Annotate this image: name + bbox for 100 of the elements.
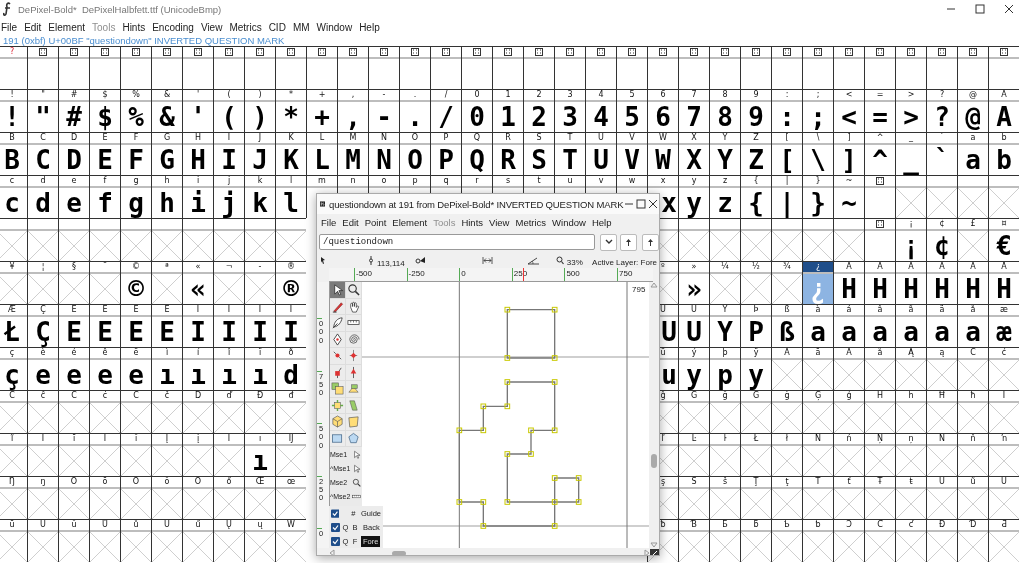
vertical-scrollbar[interactable] <box>649 282 659 548</box>
menu-item[interactable]: Help <box>591 217 612 228</box>
menu-item[interactable]: File <box>321 217 337 228</box>
scale-tool[interactable] <box>330 381 346 398</box>
code-box-icon[interactable] <box>163 48 171 56</box>
code-box-icon[interactable] <box>194 48 202 56</box>
glyph[interactable]: ı <box>245 446 275 476</box>
glyph[interactable]: Ç <box>28 317 58 347</box>
glyph[interactable]: H <box>183 145 213 175</box>
glyph[interactable]: i <box>183 188 213 218</box>
code-box-icon[interactable] <box>535 48 543 56</box>
glyph[interactable]: < <box>834 102 864 132</box>
glyph[interactable]: ( <box>214 102 244 132</box>
glyph[interactable]: Y <box>710 317 740 347</box>
glyph[interactable]: S <box>524 145 554 175</box>
glyph[interactable]: | <box>772 188 802 218</box>
code-box-icon[interactable] <box>659 48 667 56</box>
glyph[interactable]: K <box>276 145 306 175</box>
glyph[interactable]: D <box>59 145 89 175</box>
glyph[interactable]: U <box>679 317 709 347</box>
glyph[interactable]: 6 <box>648 102 678 132</box>
glyph[interactable]: a <box>958 145 988 175</box>
code-box-icon[interactable] <box>876 220 884 228</box>
glyph[interactable]: d <box>276 360 306 390</box>
glyph[interactable]: R <box>493 145 523 175</box>
menu-item[interactable]: Window <box>316 21 353 33</box>
glyph[interactable]: E <box>59 317 89 347</box>
glyph[interactable]: H <box>989 274 1019 304</box>
glyph[interactable]: ) <box>245 102 275 132</box>
glyph[interactable]: e <box>59 360 89 390</box>
glyph[interactable]: ; <box>803 102 833 132</box>
glyph[interactable]: F <box>121 145 151 175</box>
glyph[interactable]: . <box>400 102 430 132</box>
glyph[interactable]: Ł <box>0 317 27 347</box>
glyph[interactable]: I <box>214 145 244 175</box>
glyph[interactable]: ı <box>214 360 244 390</box>
glyph[interactable]: ¡ <box>896 231 926 261</box>
glyph[interactable]: , <box>338 102 368 132</box>
glyph[interactable]: e <box>28 360 58 390</box>
glyph[interactable]: 2 <box>524 102 554 132</box>
code-box-icon[interactable] <box>225 48 233 56</box>
glyph[interactable]: T <box>555 145 585 175</box>
glyph[interactable]: / <box>431 102 461 132</box>
checkbox[interactable] <box>331 508 340 518</box>
code-box-icon[interactable] <box>845 48 853 56</box>
pointer-tool[interactable] <box>330 282 346 299</box>
glyph[interactable]: ! <box>0 102 27 132</box>
glyph[interactable]: ' <box>183 102 213 132</box>
code-box-icon[interactable] <box>380 48 388 56</box>
glyph[interactable]: I <box>183 317 213 347</box>
next-glyph-button[interactable] <box>642 233 659 251</box>
glyph[interactable]: A <box>989 102 1019 132</box>
glyph[interactable]: p <box>710 360 740 390</box>
glyph[interactable]: d <box>28 188 58 218</box>
glyph[interactable]: \ <box>803 145 833 175</box>
menu-item[interactable]: Window <box>552 217 586 228</box>
glyph[interactable]: & <box>152 102 182 132</box>
glyph[interactable]: ¢ <box>927 231 957 261</box>
glyph[interactable]: ^ <box>865 145 895 175</box>
glyph[interactable]: b <box>989 145 1019 175</box>
code-box-icon[interactable] <box>256 48 264 56</box>
glyph[interactable]: 1 <box>493 102 523 132</box>
glyph[interactable]: f <box>90 188 120 218</box>
glyph[interactable]: % <box>121 102 151 132</box>
glyph[interactable]: X <box>679 145 709 175</box>
code-box-icon[interactable] <box>907 48 915 56</box>
glyph[interactable]: @ <box>958 102 988 132</box>
glyph[interactable]: 7 <box>679 102 709 132</box>
checkbox[interactable] <box>331 536 340 546</box>
glyph[interactable]: æ <box>989 317 1019 347</box>
previous-glyph-button[interactable] <box>620 233 637 251</box>
glyph[interactable]: € <box>989 231 1019 261</box>
glyph[interactable]: + <box>307 102 337 132</box>
glyph[interactable]: _ <box>896 145 926 175</box>
glyph[interactable]: H <box>834 274 864 304</box>
code-box-icon[interactable] <box>752 48 760 56</box>
glyph[interactable]: e <box>121 360 151 390</box>
glyph[interactable]: H <box>958 274 988 304</box>
glyph[interactable]: g <box>121 188 151 218</box>
glyph[interactable]: " <box>28 102 58 132</box>
code-box-icon[interactable] <box>938 48 946 56</box>
glyph[interactable]: { <box>741 188 771 218</box>
glyph[interactable]: G <box>152 145 182 175</box>
scrollbar-thumb[interactable] <box>651 454 657 468</box>
glyph[interactable]: c <box>0 188 27 218</box>
glyph[interactable]: P <box>741 317 771 347</box>
glyph[interactable]: ~ <box>834 188 864 218</box>
glyph[interactable]: V <box>617 145 647 175</box>
menu-item[interactable]: Metrics <box>229 21 262 33</box>
glyph[interactable]: e <box>59 188 89 218</box>
glyph[interactable]: Z <box>741 145 771 175</box>
menu-item[interactable]: File <box>1 21 18 33</box>
glyph[interactable]: 9 <box>741 102 771 132</box>
menu-item[interactable]: Hints <box>122 21 146 33</box>
glyph[interactable]: ` <box>927 145 957 175</box>
code-box-icon[interactable] <box>1000 48 1008 56</box>
glyph[interactable]: ç <box>0 360 27 390</box>
glyph[interactable]: j <box>214 188 244 218</box>
glyph-outline-drawing[interactable] <box>456 306 582 529</box>
glyph[interactable]: y <box>679 188 709 218</box>
